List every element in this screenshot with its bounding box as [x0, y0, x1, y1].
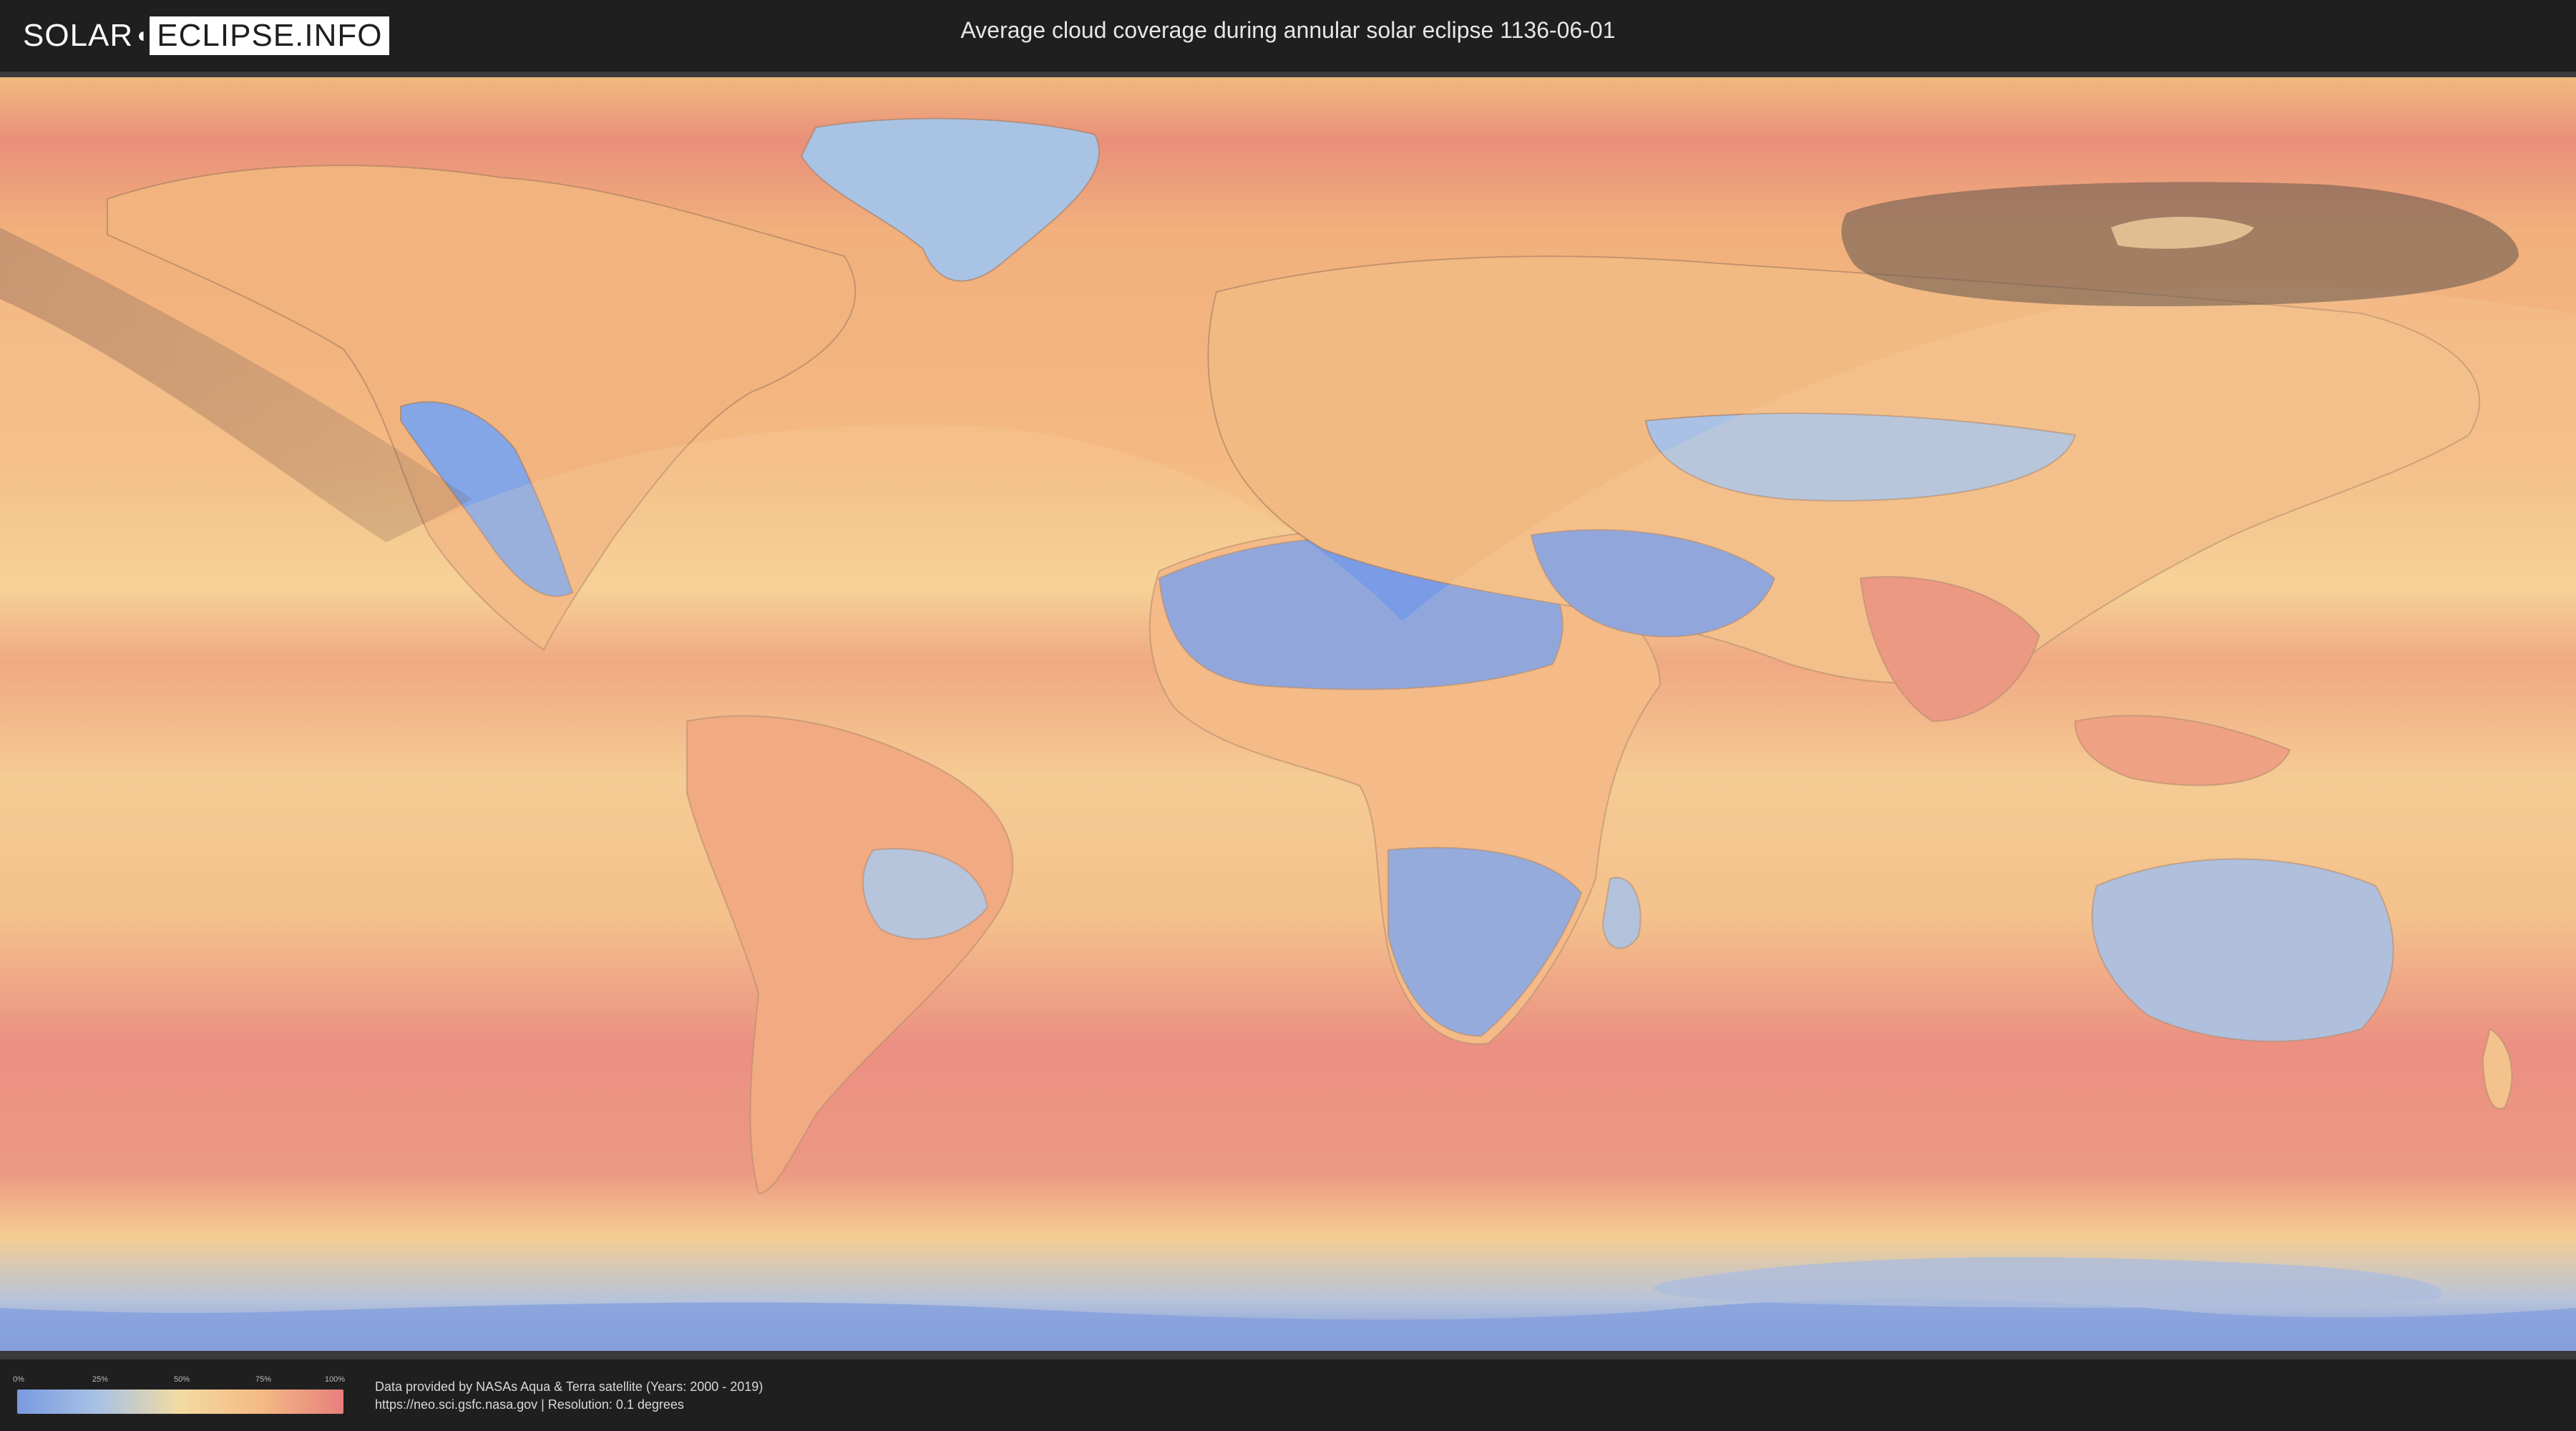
credits-line-url[interactable]: https://neo.sci.gsfc.nasa.gov | Resoluti…	[375, 1396, 763, 1414]
legend-gradient-bar	[17, 1390, 343, 1414]
data-credits: Data provided by NASAs Aqua & Terra sate…	[375, 1378, 763, 1414]
legend-tick-75: 75%	[255, 1375, 272, 1384]
legend-tick-100: 100%	[324, 1375, 346, 1384]
cloud-coverage-map-frame	[0, 72, 2576, 1359]
legend-tick-0: 0%	[13, 1375, 24, 1384]
top-bar: SOLAR ◖ ECLIPSE.INFO Average cloud cover…	[0, 0, 2576, 72]
cloud-coverage-map[interactable]	[0, 77, 2576, 1351]
legend-tick-50: 50%	[173, 1375, 190, 1384]
legend-tick-25: 25%	[92, 1375, 109, 1384]
footer: 0% 25% 50% 75% 100% Data provided by NAS…	[0, 1359, 2576, 1431]
credits-line-source: Data provided by NASAs Aqua & Terra sate…	[375, 1379, 763, 1394]
page-title: Average cloud coverage during annular so…	[960, 17, 1616, 43]
